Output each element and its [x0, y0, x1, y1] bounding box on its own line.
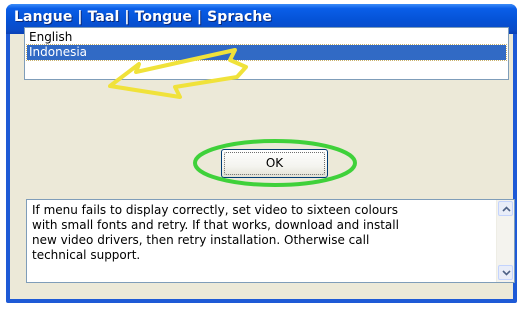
- window-title: Langue | Taal | Tongue | Sprache: [14, 9, 273, 25]
- scroll-up-button[interactable]: [498, 201, 513, 216]
- message-textbox[interactable]: If menu fails to display correctly, set …: [26, 199, 515, 283]
- language-option-english[interactable]: English: [27, 30, 506, 45]
- message-line: with small fonts and retry. If that work…: [32, 218, 399, 232]
- language-option-indonesia[interactable]: Indonesia: [26, 44, 507, 61]
- scroll-down-button[interactable]: [498, 265, 513, 280]
- vertical-scrollbar[interactable]: [496, 200, 514, 282]
- arrow-up-icon: [502, 206, 511, 212]
- message-line: new video drivers, then retry installati…: [32, 233, 370, 247]
- message-line: If menu fails to display correctly, set …: [32, 203, 398, 217]
- arrow-down-icon: [502, 270, 511, 276]
- ok-button[interactable]: OK: [221, 149, 328, 178]
- message-line: technical support.: [32, 248, 141, 262]
- message-text: If menu fails to display correctly, set …: [32, 203, 492, 263]
- ok-button-label: OK: [265, 156, 284, 170]
- language-listbox[interactable]: English Indonesia: [24, 27, 509, 80]
